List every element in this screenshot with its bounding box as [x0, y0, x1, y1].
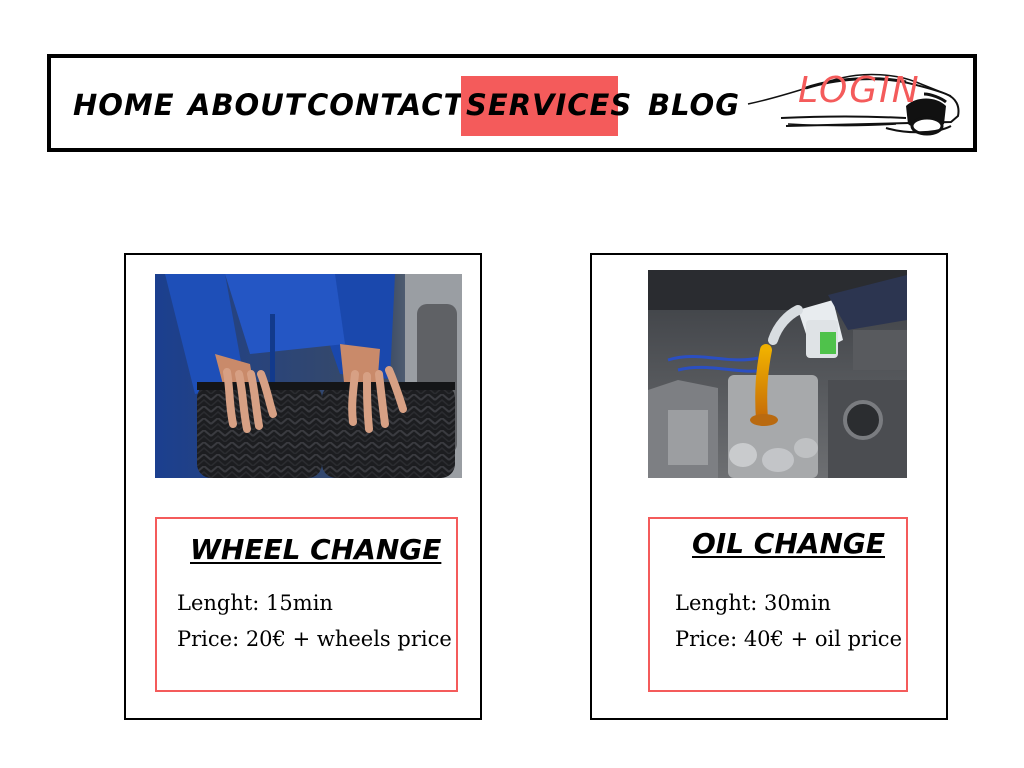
main-navbar: HOME ABOUT CONTACT SERVICES BLOG LOGIN [47, 54, 977, 152]
nav-home-link[interactable]: HOME [73, 76, 175, 136]
mechanic-hands-on-tires-photo [155, 274, 462, 478]
service-title: WHEEL CHANGE [190, 533, 442, 566]
nav-about-link[interactable]: ABOUT [188, 76, 306, 136]
service-card-oil-change: OIL CHANGE Lenght: 30min Price: 40€ + oi… [590, 253, 948, 720]
pouring-oil-into-engine-photo [648, 270, 907, 478]
service-length: Lenght: 30min [675, 591, 831, 615]
service-title: OIL CHANGE [692, 527, 886, 560]
service-length: Lenght: 15min [177, 591, 333, 615]
nav-blog-link[interactable]: BLOG [648, 76, 740, 136]
nav-contact-link[interactable]: CONTACT [307, 76, 464, 136]
login-button[interactable]: LOGIN [746, 66, 961, 142]
service-info-box: WHEEL CHANGE Lenght: 15min Price: 20€ + … [155, 517, 458, 692]
service-price: Price: 20€ + wheels price [177, 627, 452, 651]
nav-services-link[interactable]: SERVICES [461, 76, 631, 136]
login-label: LOGIN [798, 70, 921, 111]
service-info-box: OIL CHANGE Lenght: 30min Price: 40€ + oi… [648, 517, 908, 692]
service-card-wheel-change: WHEEL CHANGE Lenght: 15min Price: 20€ + … [124, 253, 482, 720]
service-price: Price: 40€ + oil price [675, 627, 902, 651]
